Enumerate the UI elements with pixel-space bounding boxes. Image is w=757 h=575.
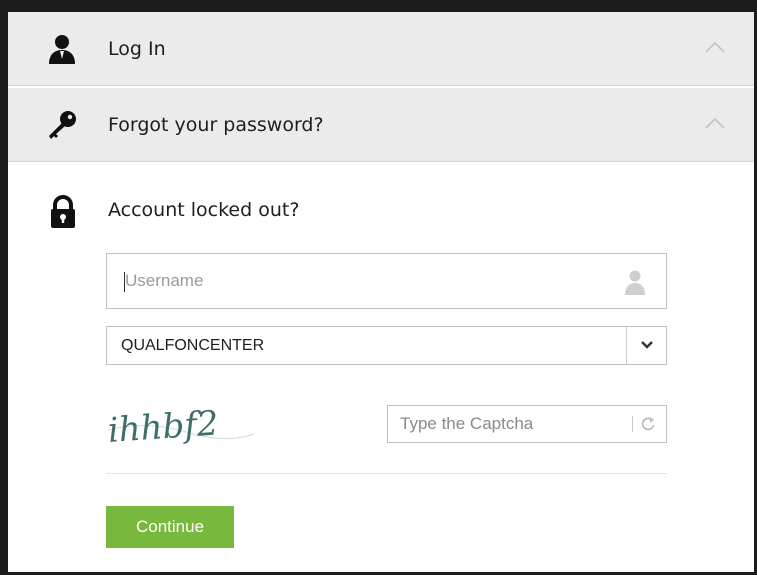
accordion-locked-title: Account locked out? bbox=[108, 199, 300, 221]
domain-select-value: QUALFONCENTER bbox=[121, 337, 265, 354]
form-divider bbox=[106, 473, 667, 474]
chevron-up-icon[interactable] bbox=[704, 40, 726, 54]
domain-select[interactable]: QUALFONCENTER bbox=[106, 326, 667, 365]
user-icon bbox=[625, 270, 645, 295]
user-icon bbox=[49, 35, 75, 64]
accordion-locked-section: Account locked out? QUALFONCENTER ihhbf2 bbox=[8, 164, 754, 572]
refresh-icon[interactable] bbox=[640, 415, 656, 433]
username-field[interactable] bbox=[106, 253, 667, 309]
continue-button[interactable]: Continue bbox=[106, 506, 234, 548]
accordion-login-title: Log In bbox=[108, 38, 166, 60]
chevron-down-icon bbox=[641, 341, 653, 349]
lock-icon bbox=[51, 195, 75, 228]
accordion-forgot-header[interactable]: Forgot your password? bbox=[8, 88, 754, 162]
captcha-field[interactable] bbox=[387, 405, 667, 443]
captcha-input[interactable] bbox=[400, 406, 620, 442]
accordion-forgot-title: Forgot your password? bbox=[108, 114, 324, 136]
key-icon bbox=[49, 111, 76, 139]
login-panel: Log In Forgot your password? Account loc… bbox=[8, 12, 754, 572]
chevron-up-icon[interactable] bbox=[704, 116, 726, 130]
domain-dropdown-button[interactable] bbox=[626, 327, 666, 364]
captcha-separator bbox=[632, 416, 633, 432]
captcha-image: ihhbf2 bbox=[107, 403, 255, 451]
username-input[interactable] bbox=[125, 254, 605, 308]
text-cursor bbox=[124, 272, 125, 292]
accordion-login-header[interactable]: Log In bbox=[8, 12, 754, 86]
captcha-text: ihhbf2 bbox=[107, 403, 220, 451]
